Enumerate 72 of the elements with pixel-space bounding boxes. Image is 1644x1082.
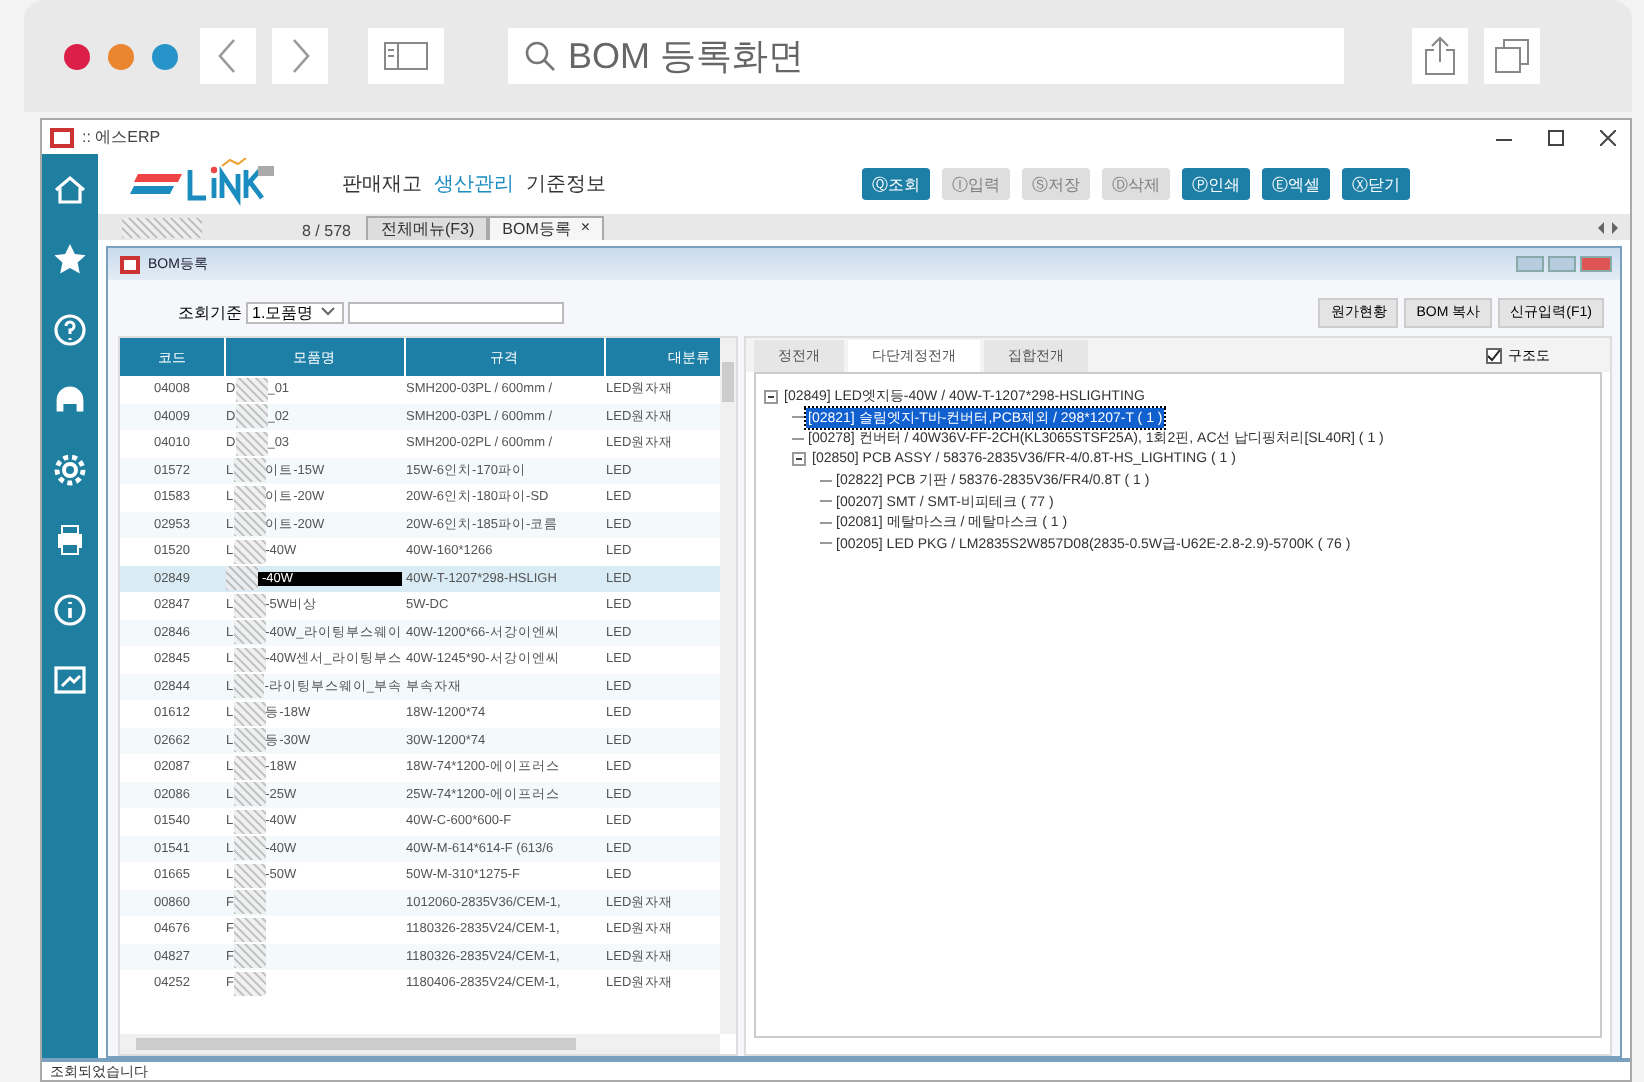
redaction-mark [233, 863, 266, 888]
tabs-button[interactable] [1484, 28, 1540, 84]
star-icon[interactable] [52, 242, 88, 278]
address-field[interactable]: BOM 등록화면 [508, 28, 1344, 84]
caret-icon [317, 304, 338, 320]
search-icon [524, 40, 556, 72]
back-button[interactable] [200, 28, 256, 84]
chart-icon[interactable] [52, 662, 88, 698]
tabs-icon [1494, 38, 1530, 74]
share-icon [1424, 36, 1456, 76]
app-icon [120, 255, 140, 273]
info-icon[interactable] [52, 592, 88, 628]
redaction-mark [233, 620, 266, 645]
redaction-mark [235, 404, 268, 429]
app-icon [50, 127, 74, 147]
close-tab-button[interactable]: × [580, 218, 591, 240]
redaction-mark [235, 377, 268, 402]
menu-item[interactable]: 판매재고 [342, 170, 422, 198]
scroll-arrows-icon[interactable] [1598, 222, 1618, 234]
minimize-dot[interactable] [108, 43, 134, 69]
redaction-mark [233, 674, 265, 699]
redaction-mark [233, 944, 266, 969]
redaction-mark [233, 890, 266, 915]
toolbar-button[interactable]: Ⓧ닫기 [1342, 168, 1410, 200]
redaction-mark [233, 755, 266, 780]
toolbar-button[interactable]: Ⓟ인쇄 [1182, 168, 1250, 200]
share-button[interactable] [1412, 28, 1468, 84]
redaction-mark [233, 458, 266, 483]
window-title: :: 에스ERP [82, 126, 163, 148]
vertical-scrollbar[interactable] [720, 338, 736, 1034]
home-icon[interactable] [52, 172, 88, 208]
filter-label: 조회기준 [178, 301, 242, 323]
logo-drawing [130, 158, 274, 210]
help-icon[interactable] [52, 312, 88, 348]
redaction-mark [233, 728, 266, 753]
chevron-right-icon [290, 38, 310, 74]
redaction-mark [233, 539, 266, 564]
sidebar-button[interactable] [368, 28, 444, 84]
printer-icon[interactable] [52, 522, 88, 558]
horizontal-scrollbar[interactable] [120, 1034, 720, 1054]
close-icon[interactable] [1600, 129, 1616, 145]
redaction-mark [233, 809, 266, 834]
redaction-mark [233, 782, 266, 807]
zoom-dot[interactable] [152, 43, 178, 69]
page-counter: 8 / 578 [302, 222, 351, 240]
redaction-mark [233, 485, 266, 510]
forward-button[interactable] [272, 28, 328, 84]
checkmark-icon [1488, 350, 1500, 362]
redaction-mark [233, 512, 266, 537]
sidebar-icon [384, 42, 428, 70]
redaction-mark [233, 593, 266, 618]
toolbar-button[interactable]: Ⓠ조회 [862, 168, 930, 200]
redaction-mark [235, 431, 268, 456]
settings-icon[interactable] [52, 452, 88, 488]
expander-icon[interactable] [792, 452, 806, 467]
redaction-mark [233, 647, 266, 672]
search-field[interactable] [347, 301, 564, 323]
redaction-mark [226, 566, 258, 591]
close-dot[interactable] [64, 43, 90, 69]
chevron-left-icon [218, 38, 238, 74]
document-tab[interactable]: 전체메뉴(F3) [366, 216, 489, 240]
redaction-mark [233, 971, 266, 996]
toolbar-button[interactable]: Ⓔ엑셀 [1262, 168, 1330, 200]
menu-item[interactable]: 생산관리 [434, 170, 514, 198]
redaction-mark [233, 836, 266, 861]
expander-icon[interactable] [764, 389, 778, 404]
document-tab[interactable]: BOM등록 × [488, 216, 605, 240]
maximize-icon[interactable] [1548, 129, 1564, 145]
menu-item[interactable]: 기준정보 [526, 170, 606, 198]
filter-dropdown[interactable]: 1.모품명 [246, 301, 344, 323]
redaction-mark [233, 701, 266, 726]
redaction-mark [233, 917, 266, 942]
